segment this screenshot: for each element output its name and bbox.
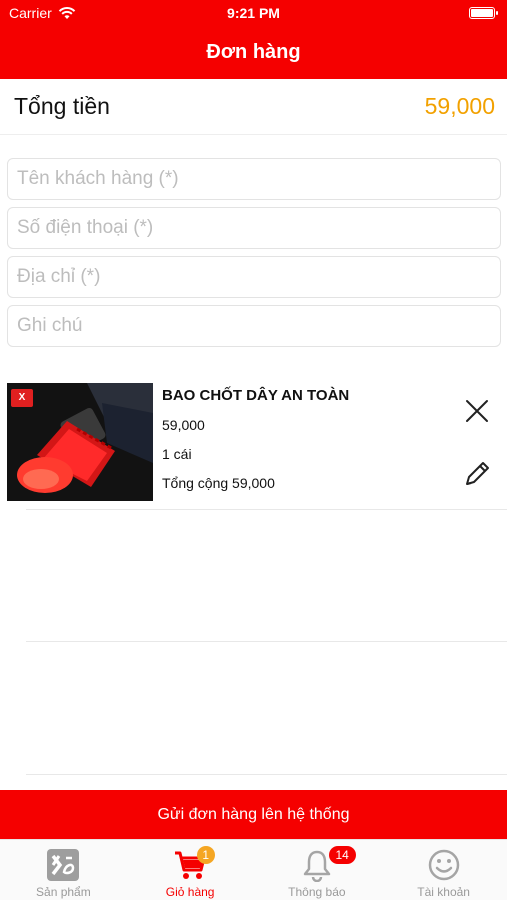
tab-label: Giỏ hàng xyxy=(165,885,215,899)
address-field xyxy=(7,256,501,298)
tab-account[interactable]: Tài khoản xyxy=(380,840,507,900)
smiley-icon xyxy=(428,849,459,881)
edit-item-button[interactable] xyxy=(461,458,493,490)
note-input[interactable] xyxy=(8,306,500,346)
clock: 9:21 PM xyxy=(227,5,280,21)
submit-order-button[interactable]: Gửi đơn hàng lên hệ thống xyxy=(0,790,507,839)
total-value: 59,000 xyxy=(424,93,495,119)
divider xyxy=(26,641,507,642)
address-input[interactable] xyxy=(8,257,500,297)
tab-label: Thông báo xyxy=(288,885,346,899)
item-details: BAO CHỐT DÂY AN TOÀN 59,000 1 cái Tổng c… xyxy=(162,383,432,491)
page-title: Đơn hàng xyxy=(206,41,301,63)
tab-products[interactable]: Sản phẩm xyxy=(0,840,127,900)
nav-bar: Đơn hàng xyxy=(0,28,507,79)
tab-bar: Sản phẩm 1 Giỏ hàng 14 Thông báo Tài kho… xyxy=(0,839,507,900)
order-total: Tổng tiền 59,000 xyxy=(0,79,507,135)
notification-badge: 14 xyxy=(328,846,356,864)
remove-item-button[interactable] xyxy=(461,395,493,427)
battery-icon xyxy=(469,7,498,19)
close-icon xyxy=(466,400,488,422)
cart-badge: 1 xyxy=(196,846,215,864)
tab-cart[interactable]: 1 Giỏ hàng xyxy=(127,840,254,900)
brand-logo: X xyxy=(11,389,33,407)
total-label: Tổng tiền xyxy=(14,93,110,119)
tab-label: Tài khoản xyxy=(417,885,470,899)
cart-item: X BAO CHỐT DÂY AN TOÀN 59,000 1 cái Tổng… xyxy=(7,383,507,505)
phone-field xyxy=(7,207,501,249)
note-field xyxy=(7,305,501,347)
customer-name-field xyxy=(7,158,501,200)
status-bar: Carrier 9:21 PM xyxy=(0,0,507,28)
phone-input[interactable] xyxy=(8,208,500,248)
tab-notifications[interactable]: 14 Thông báo xyxy=(254,840,381,900)
item-name: BAO CHỐT DÂY AN TOÀN xyxy=(162,387,350,404)
customer-name-input[interactable] xyxy=(8,159,500,199)
item-quantity: 1 cái xyxy=(162,446,192,462)
product-image: X xyxy=(7,383,153,501)
divider xyxy=(26,774,507,775)
customer-form xyxy=(7,158,501,354)
divider xyxy=(26,509,507,510)
pencil-icon xyxy=(466,462,489,485)
tab-label: Sản phẩm xyxy=(36,885,91,899)
app-logo-icon xyxy=(47,849,80,881)
item-price: 59,000 xyxy=(162,417,205,433)
item-subtotal: Tổng cộng 59,000 xyxy=(162,475,275,491)
